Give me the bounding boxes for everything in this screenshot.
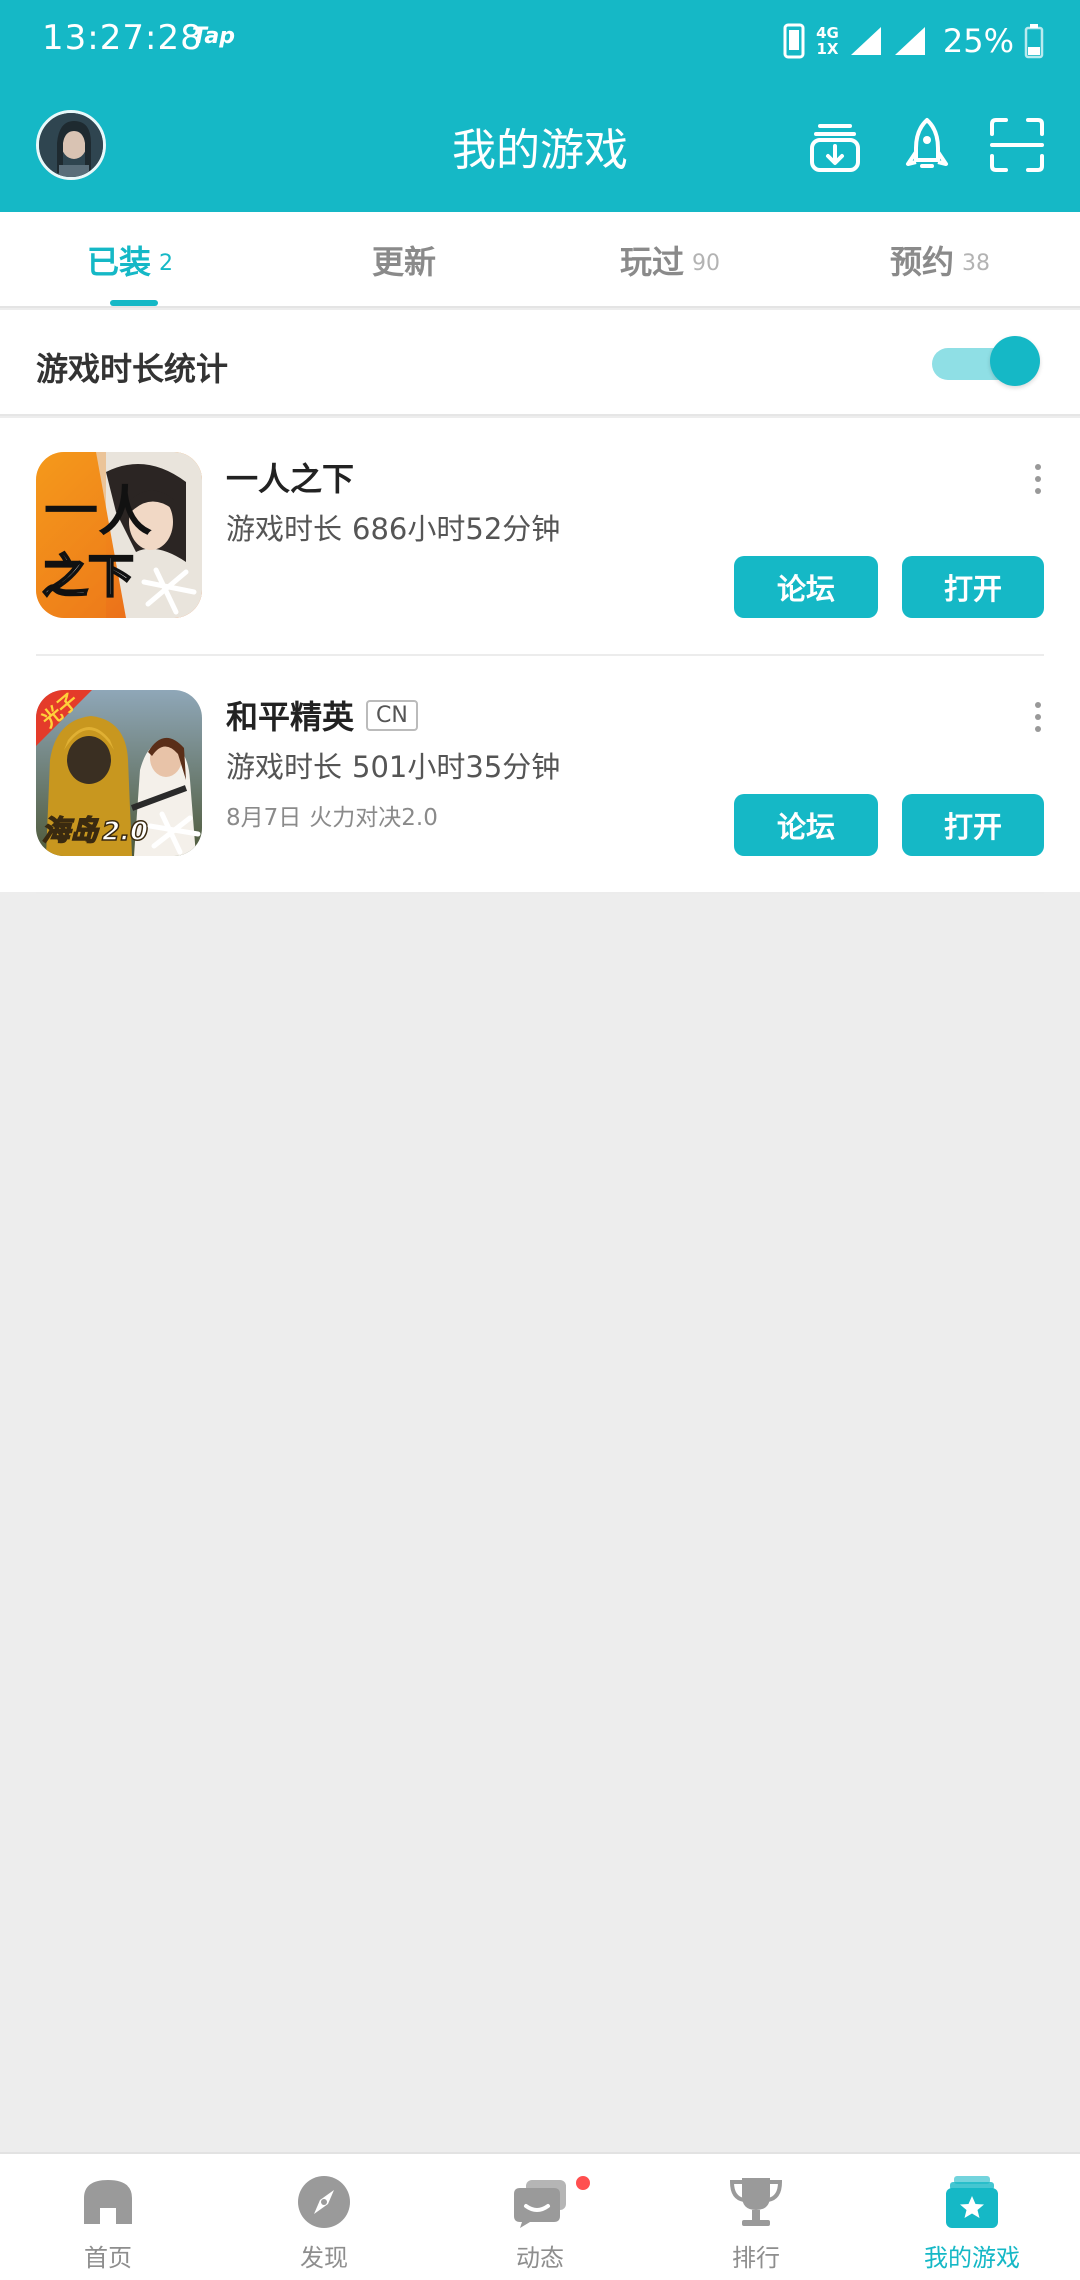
tab-count: 38 (962, 250, 990, 276)
game-playtime: 游戏时长 686小时52分钟 (226, 506, 570, 548)
playtime-value: 501小时35分钟 (352, 750, 561, 784)
nav-discover[interactable]: 发现 (216, 2154, 432, 2280)
toggle-knob (990, 336, 1040, 386)
signal-icon-2 (894, 27, 925, 55)
game-name: 一人之下 (226, 460, 355, 498)
playtime-value: 686小时52分钟 (352, 512, 561, 546)
scan-icon[interactable] (988, 116, 1046, 174)
network-type-bottom: 1X (816, 40, 839, 58)
update-date: 8月7日 (226, 805, 302, 831)
compass-icon (298, 2176, 350, 2228)
rocket-icon[interactable] (898, 116, 956, 174)
region-badge: CN (366, 699, 418, 731)
notification-badge (574, 2174, 592, 2192)
nav-label: 排行 (732, 2244, 780, 2272)
tab-count: 90 (692, 250, 720, 276)
divider (36, 892, 1044, 894)
trophy-icon (729, 2178, 783, 2226)
game-icon-text: 海岛 (42, 814, 100, 847)
game-icon-heping-jingying[interactable]: 光子 海岛 2.0 (36, 690, 202, 856)
chat-icon (514, 2180, 566, 2228)
update-text: 火力对决2.0 (309, 805, 438, 831)
bottom-navigation: 首页 发现 动态 排行 我的游戏 (0, 2152, 1080, 2280)
game-icon-text: 2.0 (102, 817, 148, 847)
game-title: 和平精英 CN (226, 692, 418, 738)
tab-bar: 已装 2 更新 玩过 90 预约 38 (0, 212, 1080, 308)
installed-games-list: 一人 之下 一人之下 游戏时长 686小时52分钟 论坛 打开 光子 海岛 2.… (0, 418, 1080, 894)
game-title: 一人之下 (226, 454, 354, 500)
my-games-icon (946, 2176, 998, 2228)
tab-label: 已装 (86, 243, 151, 281)
forum-button[interactable]: 论坛 (734, 794, 878, 856)
open-game-button[interactable]: 打开 (902, 794, 1044, 856)
game-name: 和平精英 (226, 698, 355, 736)
network-type-top: 4G (816, 24, 839, 42)
playtime-stats-row: 游戏时长统计 (0, 310, 1080, 416)
playtime-stats-toggle[interactable] (932, 336, 1040, 386)
playtime-stats-label: 游戏时长统计 (36, 350, 229, 388)
game-playtime: 游戏时长 501小时35分钟 (226, 744, 570, 786)
nav-label: 动态 (516, 2244, 564, 2272)
battery-icon (1024, 24, 1044, 59)
tab-reserved[interactable]: 预约 38 (850, 212, 1030, 308)
network-type: 4G 1X (816, 25, 839, 57)
tab-played[interactable]: 玩过 90 (580, 212, 760, 308)
app-header: 13:27:28 Tap 4G 1X 25% 我的游戏 (0, 0, 1080, 212)
status-bar: 13:27:28 Tap 4G 1X 25% (0, 0, 1080, 82)
signal-icon (850, 27, 881, 55)
game-icon-text: 一人 (44, 480, 152, 543)
game-item[interactable]: 光子 海岛 2.0 和平精英 CN 游戏时长 501小时35分钟 8月7日 火力对决… (0, 656, 1080, 894)
playtime-label: 游戏时长 (226, 512, 343, 546)
nav-feed[interactable]: 动态 (432, 2154, 648, 2280)
tab-label: 玩过 (619, 243, 684, 281)
home-icon (84, 2180, 132, 2224)
tab-installed[interactable]: 已装 2 (40, 212, 220, 308)
nav-label: 我的游戏 (924, 2244, 1020, 2272)
status-indicators: 4G 1X 25% (782, 16, 1044, 66)
nav-my-games[interactable]: 我的游戏 (864, 2154, 1080, 2280)
nav-label: 首页 (84, 2244, 132, 2272)
nav-home[interactable]: 首页 (0, 2154, 216, 2280)
nav-ranking[interactable]: 排行 (648, 2154, 864, 2280)
battery-level: 25% (942, 22, 1014, 60)
tab-label: 更新 (371, 243, 436, 281)
status-time: 13:27:28 (42, 18, 203, 58)
status-app-tag: Tap (192, 24, 235, 49)
tab-label: 预约 (889, 243, 954, 281)
download-manager-icon[interactable] (806, 116, 864, 174)
more-options-icon[interactable] (1034, 464, 1042, 494)
tab-count: 2 (159, 250, 173, 276)
forum-button[interactable]: 论坛 (734, 556, 878, 618)
nav-label: 发现 (300, 2244, 348, 2272)
game-icon-yirenzhixia[interactable]: 一人 之下 (36, 452, 202, 618)
active-tab-indicator (110, 300, 158, 306)
open-game-button[interactable]: 打开 (902, 556, 1044, 618)
more-options-icon[interactable] (1034, 702, 1042, 732)
tab-updates[interactable]: 更新 (314, 212, 494, 308)
game-update-note: 8月7日 火力对决2.0 (226, 798, 446, 832)
game-icon-text: 之下 (42, 549, 134, 603)
playtime-label: 游戏时长 (226, 750, 343, 784)
phone-icon (783, 23, 805, 59)
game-item[interactable]: 一人 之下 一人之下 游戏时长 686小时52分钟 论坛 打开 (0, 418, 1080, 656)
